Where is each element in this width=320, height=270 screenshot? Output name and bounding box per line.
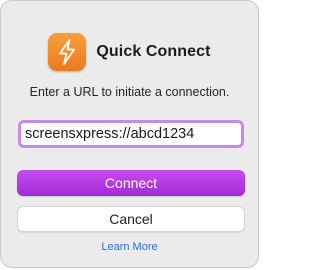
url-input[interactable] — [18, 120, 244, 148]
cancel-button[interactable]: Cancel — [17, 206, 245, 232]
quick-connect-dialog: Quick Connect Enter a URL to initiate a … — [0, 0, 259, 268]
dialog-prompt: Enter a URL to initiate a connection. — [29, 85, 230, 99]
connect-button[interactable]: Connect — [17, 170, 245, 196]
dialog-header: Quick Connect — [1, 30, 258, 74]
lightning-bolt-icon — [48, 33, 87, 71]
learn-more-link[interactable]: Learn More — [1, 241, 258, 253]
app-title: Quick Connect — [96, 43, 211, 60]
